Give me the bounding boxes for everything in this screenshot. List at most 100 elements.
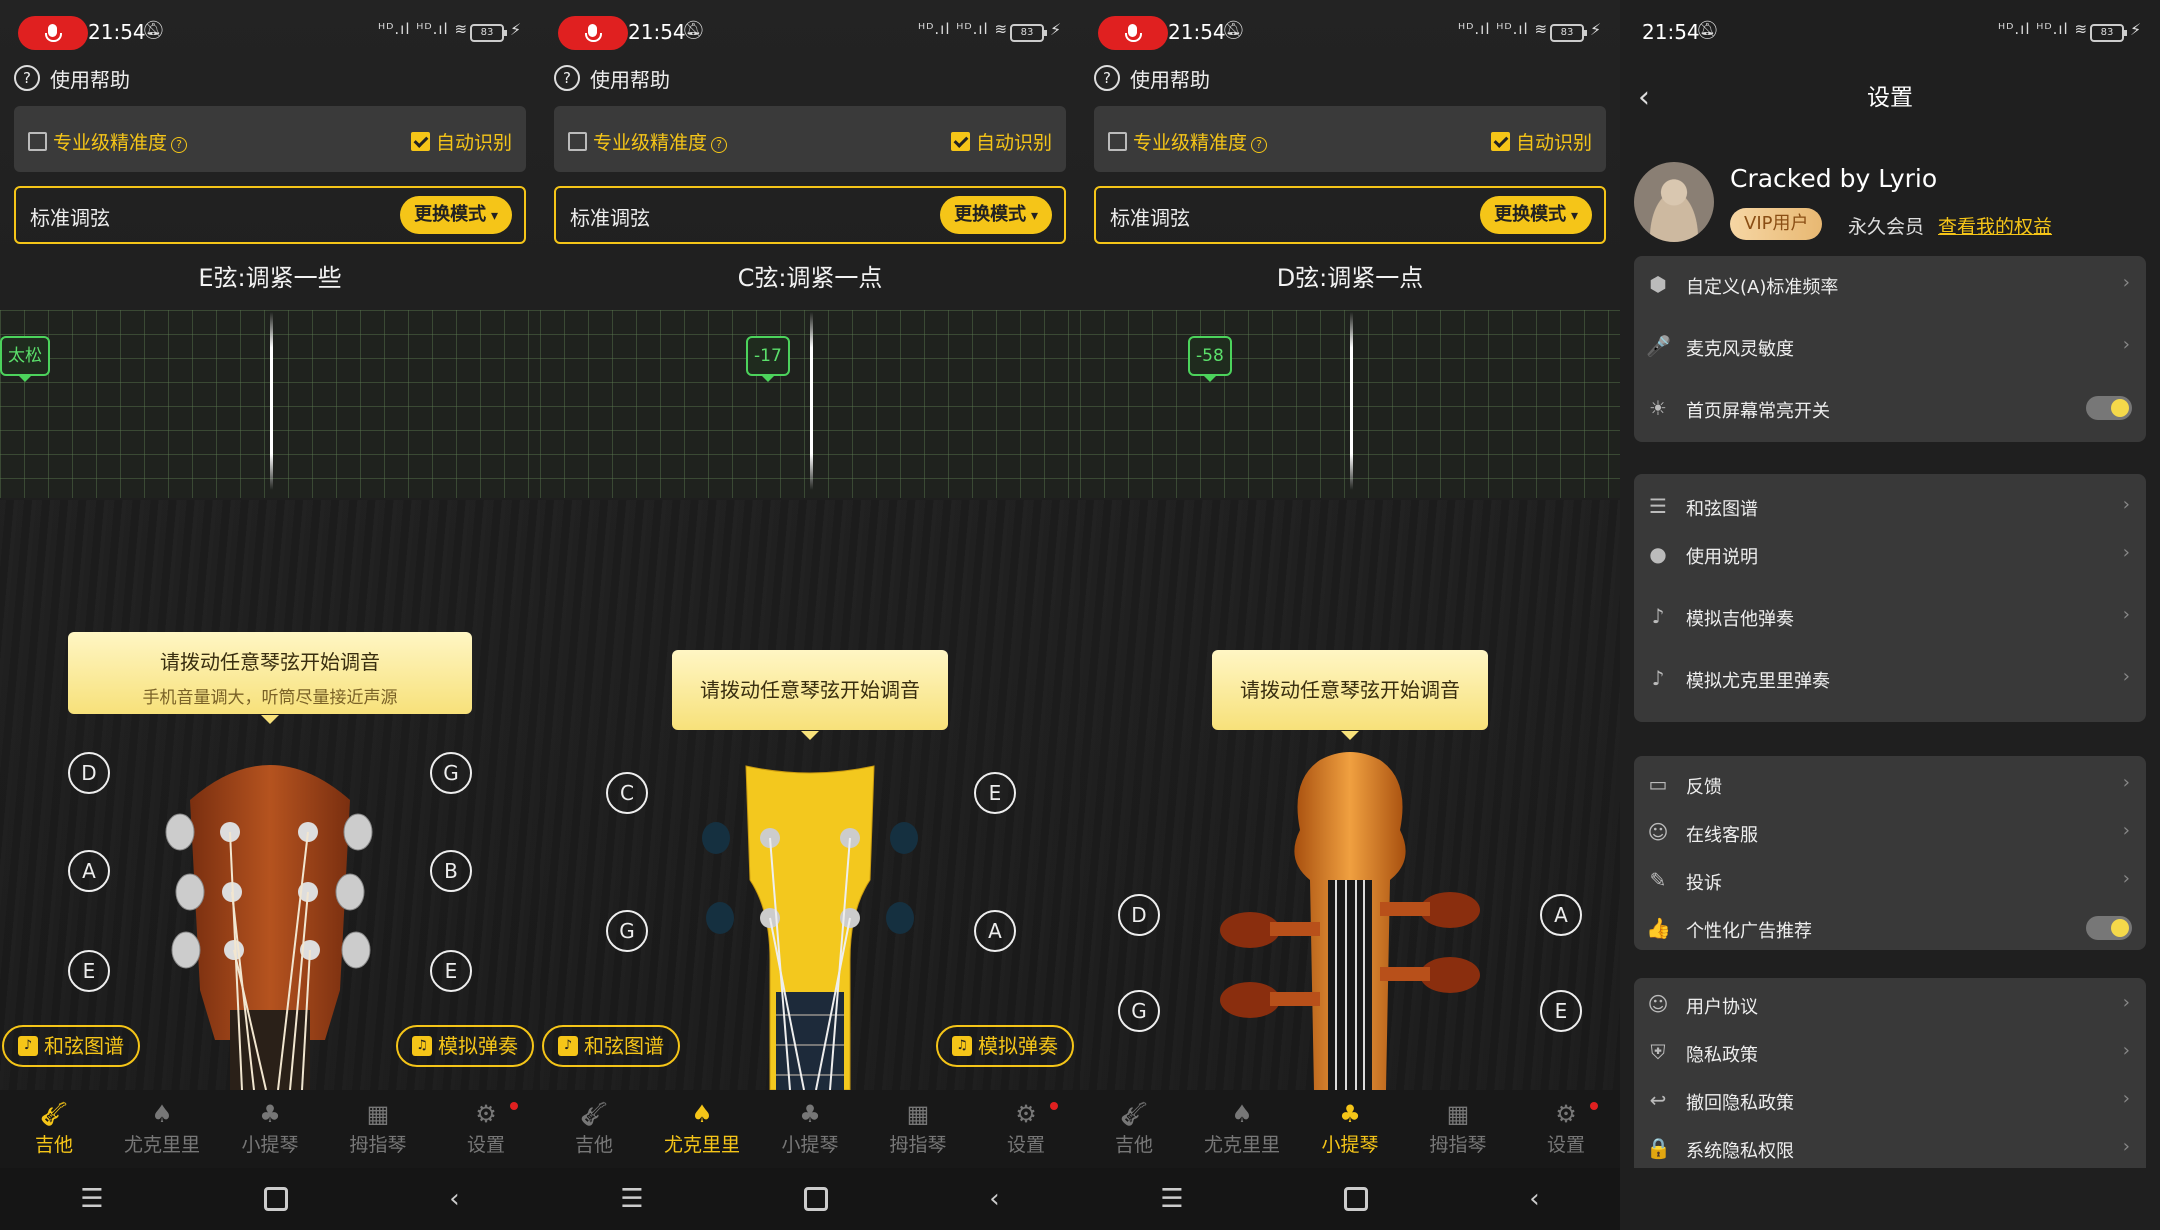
menu-icon[interactable]: ☰ [1160, 1184, 1183, 1214]
settings-item-label: 撤回隐私政策 [1686, 1093, 1794, 1114]
pro-accuracy-checkbox[interactable]: 专业级精准度? [28, 128, 188, 155]
back-icon[interactable]: ‹ [449, 1184, 459, 1214]
home-icon[interactable] [264, 1187, 289, 1211]
avatar[interactable] [1634, 162, 1714, 242]
tab-violin[interactable]: ♣ 小提琴 [1296, 1090, 1404, 1168]
string-button-E-high[interactable]: E [430, 950, 472, 992]
string-button-E[interactable]: E [974, 772, 1016, 814]
settings-item-thumb[interactable]: 👍 个性化广告推荐 [1634, 904, 2146, 952]
back-icon[interactable]: ‹ [989, 1184, 999, 1214]
mic-icon [45, 24, 62, 42]
settings-item-feedback[interactable]: ▭ 反馈 › [1634, 760, 2146, 808]
string-button-D[interactable]: D [1118, 894, 1160, 936]
tab-guitar[interactable]: 🎸︎ 吉他 [1080, 1090, 1188, 1168]
settings-item-label: 模拟吉他弹奏 [1686, 609, 1794, 630]
settings-item-complain[interactable]: ✎ 投诉 › [1634, 856, 2146, 904]
help-button[interactable]: ? 使用帮助 [554, 62, 670, 94]
help-button[interactable]: ? 使用帮助 [1094, 62, 1210, 94]
settings-item-mic[interactable]: 🎤 麦克风灵敏度 › [1634, 322, 2146, 370]
shield-icon: ⛨ [1650, 1040, 1666, 1064]
string-button-A[interactable]: A [974, 910, 1016, 952]
string-button-G[interactable]: G [606, 910, 648, 952]
tab-settings[interactable]: ⚙ 设置 [1512, 1090, 1620, 1168]
pro-accuracy-checkbox[interactable]: 专业级精准度? [568, 128, 728, 155]
kalimba-icon: ▦ [366, 1100, 390, 1128]
pro-accuracy-checkbox[interactable]: 专业级精准度? [1108, 128, 1268, 155]
tab-kalimba[interactable]: ▦ 拇指琴 [324, 1090, 432, 1168]
string-button-A[interactable]: A [1540, 894, 1582, 936]
tab-violin[interactable]: ♣ 小提琴 [756, 1090, 864, 1168]
menu-icon[interactable]: ☰ [80, 1184, 103, 1214]
settings-item-ukulele[interactable]: ♪ 模拟尤克里里弹奏 › [1634, 654, 2146, 702]
settings-item-revoke[interactable]: ↩ 撤回隐私政策 › [1634, 1076, 2146, 1124]
tab-ukulele[interactable]: ♠ 尤克里里 [1188, 1090, 1296, 1168]
settings-item-service[interactable]: ☺ 在线客服 › [1634, 808, 2146, 856]
auto-detect-label: 自动识别 [1515, 132, 1592, 154]
change-mode-button[interactable]: 更换模式 [400, 196, 512, 234]
toggle-switch[interactable] [2086, 916, 2132, 940]
tab-guitar[interactable]: 🎸︎ 吉他 [0, 1090, 108, 1168]
tab-kalimba[interactable]: ▦ 拇指琴 [864, 1090, 972, 1168]
menu-icon[interactable]: ☰ [620, 1184, 643, 1214]
chevron-right-icon: › [2122, 992, 2130, 1013]
view-rights-link[interactable]: 查看我的权益 [1938, 212, 2052, 239]
settings-item-guitar[interactable]: ♪ 模拟吉他弹奏 › [1634, 592, 2146, 640]
simulate-play-button[interactable]: ♫ 模拟弹奏 [936, 1025, 1074, 1067]
settings-item-label: 隐私政策 [1686, 1045, 1758, 1066]
change-mode-button[interactable]: 更换模式 [940, 196, 1052, 234]
bell-off-icon: 🔕︎ [1696, 20, 1719, 41]
pitch-marker: -17 [746, 336, 790, 382]
settings-item-bulb[interactable]: ● 使用说明 › [1634, 530, 2146, 578]
recording-indicator[interactable] [558, 16, 628, 50]
simulate-play-button[interactable]: ♫ 模拟弹奏 [396, 1025, 534, 1067]
settings-item-chord[interactable]: ☰ 和弦图谱 › [1634, 482, 2146, 530]
chevron-right-icon: › [2122, 1136, 2130, 1157]
home-icon[interactable] [804, 1187, 829, 1211]
auto-detect-checkbox[interactable]: 自动识别 [1490, 128, 1592, 155]
tab-settings[interactable]: ⚙ 设置 [972, 1090, 1080, 1168]
help-button[interactable]: ? 使用帮助 [14, 62, 130, 94]
ukulele-icon: ♪ [1651, 666, 1665, 690]
string-button-G[interactable]: G [430, 752, 472, 794]
pro-accuracy-label: 专业级精准度 [53, 132, 168, 154]
tab-guitar[interactable]: 🎸︎ 吉他 [540, 1090, 648, 1168]
settings-item-shield[interactable]: ⛨ 隐私政策 › [1634, 1028, 2146, 1076]
tab-label: 小提琴 [781, 1134, 839, 1156]
info-icon[interactable]: ? [171, 137, 188, 153]
settings-item-cube[interactable]: ⬢ 自定义(A)标准频率 › [1634, 260, 2146, 308]
gear-icon: ⚙ [1555, 1100, 1577, 1128]
string-button-G[interactable]: G [1118, 990, 1160, 1032]
chord-icon: ♪ [558, 1036, 578, 1056]
recording-indicator[interactable] [18, 16, 88, 50]
chord-chart-button[interactable]: ♪ 和弦图谱 [542, 1025, 680, 1067]
string-button-C[interactable]: C [606, 772, 648, 814]
tab-ukulele[interactable]: ♠ 尤克里里 [108, 1090, 216, 1168]
change-mode-button[interactable]: 更换模式 [1480, 196, 1592, 234]
home-icon[interactable] [1344, 1187, 1369, 1211]
chord-chart-button[interactable]: ♪ 和弦图谱 [2, 1025, 140, 1067]
settings-item-lock[interactable]: 🔒 系统隐私权限 › [1634, 1124, 2146, 1172]
tab-kalimba[interactable]: ▦ 拇指琴 [1404, 1090, 1512, 1168]
tab-settings[interactable]: ⚙ 设置 [432, 1090, 540, 1168]
string-button-D[interactable]: D [68, 752, 110, 794]
string-button-E[interactable]: E [1540, 990, 1582, 1032]
toggle-switch[interactable] [2086, 396, 2132, 420]
string-button-E-low[interactable]: E [68, 950, 110, 992]
info-icon[interactable]: ? [1251, 137, 1268, 153]
auto-detect-checkbox[interactable]: 自动识别 [410, 128, 512, 155]
back-icon[interactable]: ‹ [1529, 1184, 1539, 1214]
chevron-right-icon: › [2122, 666, 2130, 687]
auto-detect-checkbox[interactable]: 自动识别 [950, 128, 1052, 155]
info-icon[interactable]: ? [711, 137, 728, 153]
recording-indicator[interactable] [1098, 16, 1168, 50]
string-button-B[interactable]: B [430, 850, 472, 892]
question-icon: ? [1094, 65, 1120, 91]
string-button-A[interactable]: A [68, 850, 110, 892]
settings-item-sun[interactable]: ☀ 首页屏幕常亮开关 [1634, 384, 2146, 432]
settings-group-4: ☺ 用户协议 › ⛨ 隐私政策 › ↩ 撤回隐私政策 › 🔒 系统隐私权限 › [1634, 978, 2146, 1168]
user-icon: ☺ [1647, 992, 1669, 1016]
settings-item-user[interactable]: ☺ 用户协议 › [1634, 980, 2146, 1028]
tuning-instruction: D弦:调紧一点 [1276, 264, 1424, 292]
tab-ukulele[interactable]: ♠ 尤克里里 [648, 1090, 756, 1168]
tab-violin[interactable]: ♣ 小提琴 [216, 1090, 324, 1168]
